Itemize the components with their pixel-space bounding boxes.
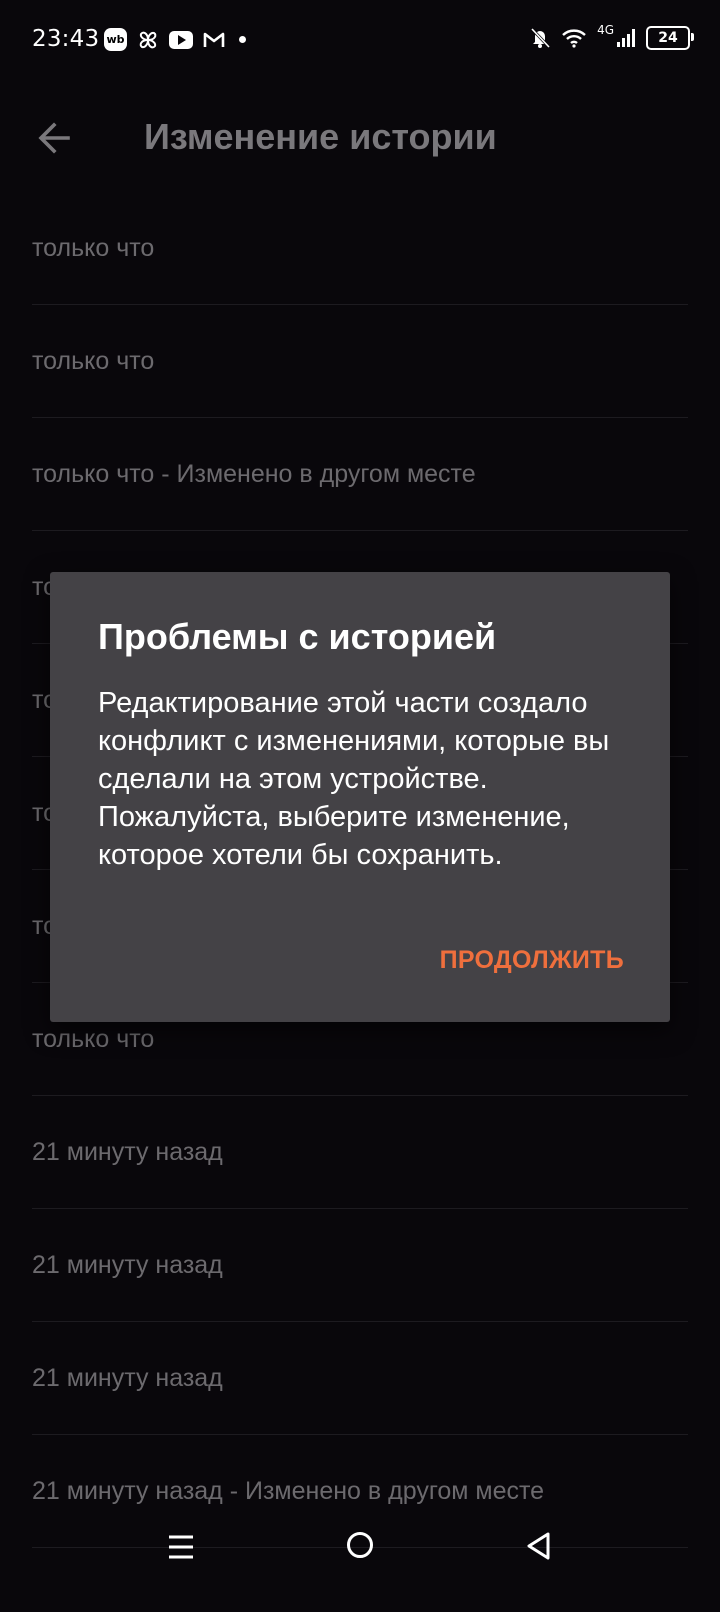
back-triangle-icon[interactable] [524, 1530, 554, 1562]
navigation-bar [0, 1520, 720, 1612]
home-circle-icon[interactable] [345, 1530, 375, 1560]
conflict-dialog: Проблемы с историей Редактирование этой … [50, 572, 670, 1022]
menu-icon[interactable] [166, 1532, 196, 1562]
dialog-message: Редактирование этой части создало конфли… [98, 687, 610, 871]
continue-button[interactable]: ПРОДОЛЖИТЬ [440, 946, 624, 975]
dialog-title: Проблемы с историей [98, 616, 497, 657]
